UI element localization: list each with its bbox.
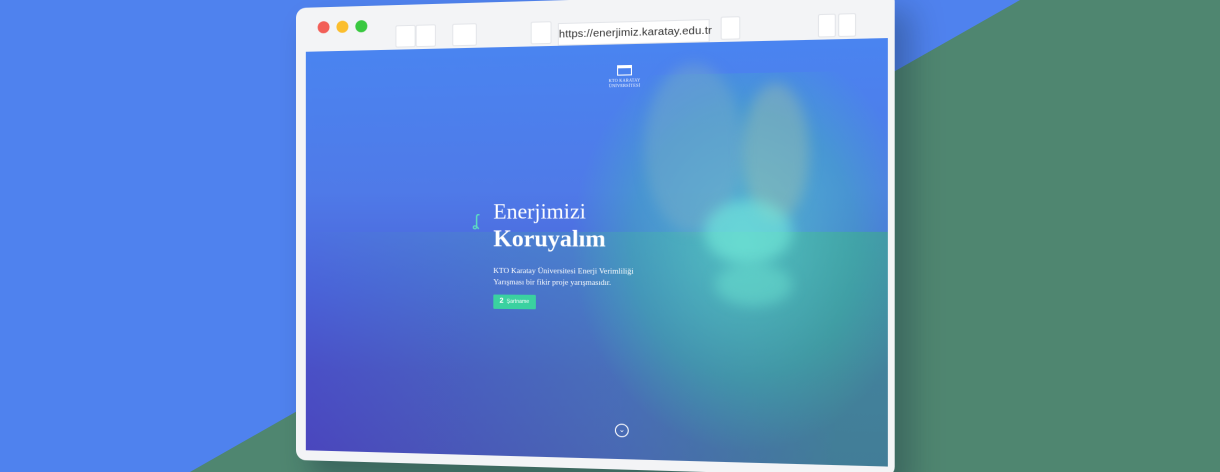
reload-button[interactable] bbox=[720, 16, 741, 40]
new-tab-button[interactable] bbox=[838, 13, 857, 38]
hero-title-line1: Enerjimizi bbox=[493, 198, 586, 224]
nav-back-button[interactable] bbox=[395, 24, 416, 48]
site-logo[interactable]: KTO KARATAY ÜNİVERSİTESİ bbox=[608, 64, 641, 93]
hero-title-line2: Koruyalım bbox=[493, 225, 606, 252]
sidebar-toggle-button[interactable] bbox=[452, 23, 477, 47]
share-button[interactable] bbox=[817, 13, 836, 38]
page-viewport: KTO KARATAY ÜNİVERSİTESİ ʆ Enerjimizi Ko… bbox=[305, 38, 888, 467]
plug-base-silhouette bbox=[715, 263, 793, 307]
minimize-window-button[interactable] bbox=[336, 20, 349, 33]
nav-forward-button[interactable] bbox=[415, 24, 436, 48]
logo-text: KTO KARATAY ÜNİVERSİTESİ bbox=[608, 77, 641, 89]
maximize-window-button[interactable] bbox=[355, 20, 368, 33]
privacy-icon[interactable] bbox=[530, 21, 552, 45]
hero-description: KTO Karatay Üniversitesi Enerji Verimlil… bbox=[493, 265, 634, 288]
specification-label: Şartname bbox=[506, 298, 530, 306]
specification-number: 2 bbox=[499, 297, 504, 305]
close-window-button[interactable] bbox=[317, 21, 330, 34]
browser-window: https://enerjimiz.karatay.edu.tr KTO KAR… bbox=[296, 0, 895, 472]
plug-silhouette bbox=[704, 199, 793, 264]
specification-button[interactable]: 2 Şartname bbox=[493, 294, 536, 310]
building-icon bbox=[617, 64, 632, 76]
leaf-icon: ʆ bbox=[472, 212, 479, 230]
chevron-down-icon[interactable]: ⌄ bbox=[614, 423, 629, 438]
presentation-stage: https://enerjimiz.karatay.edu.tr KTO KAR… bbox=[0, 0, 1220, 472]
